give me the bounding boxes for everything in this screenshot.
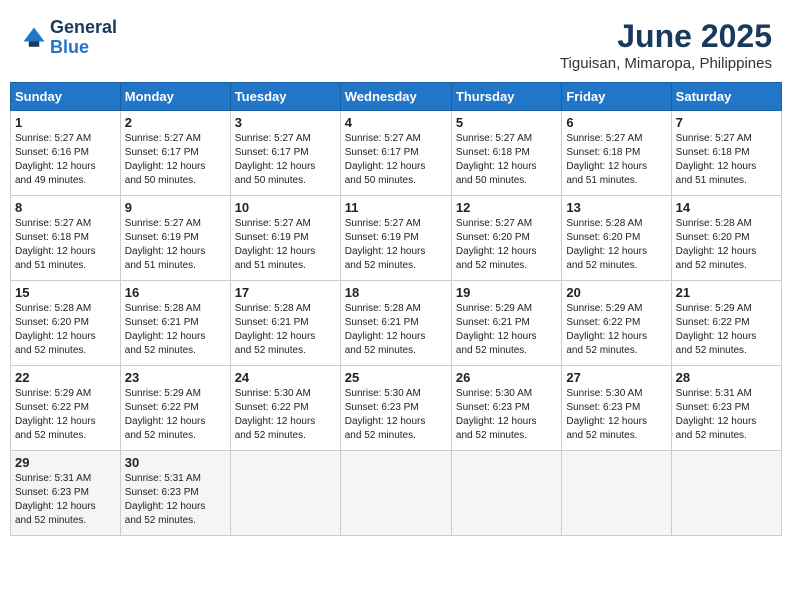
header-wednesday: Wednesday: [340, 83, 451, 111]
day-11: 11 Sunrise: 5:27 AMSunset: 6:19 PMDaylig…: [340, 196, 451, 281]
week-row-4: 22 Sunrise: 5:29 AMSunset: 6:22 PMDaylig…: [11, 366, 782, 451]
logo-blue: Blue: [50, 37, 89, 57]
empty-cell-3: [451, 451, 561, 536]
day-9: 9 Sunrise: 5:27 AMSunset: 6:19 PMDayligh…: [120, 196, 230, 281]
day-28: 28 Sunrise: 5:31 AMSunset: 6:23 PMDaylig…: [671, 366, 781, 451]
logo-icon: [20, 24, 48, 52]
title-area: June 2025 Tiguisan, Mimaropa, Philippine…: [560, 18, 772, 72]
day-7: 7 Sunrise: 5:27 AMSunset: 6:18 PMDayligh…: [671, 111, 781, 196]
page-header: General Blue June 2025 Tiguisan, Mimarop…: [10, 10, 782, 78]
day-1: 1 Sunrise: 5:27 AMSunset: 6:16 PMDayligh…: [11, 111, 121, 196]
empty-cell-4: [562, 451, 671, 536]
weekday-header-row: Sunday Monday Tuesday Wednesday Thursday…: [11, 83, 782, 111]
day-15: 15 Sunrise: 5:28 AMSunset: 6:20 PMDaylig…: [11, 281, 121, 366]
day-23: 23 Sunrise: 5:29 AMSunset: 6:22 PMDaylig…: [120, 366, 230, 451]
day-19: 19 Sunrise: 5:29 AMSunset: 6:21 PMDaylig…: [451, 281, 561, 366]
day-20: 20 Sunrise: 5:29 AMSunset: 6:22 PMDaylig…: [562, 281, 671, 366]
logo-general: General: [50, 17, 117, 37]
day-18: 18 Sunrise: 5:28 AMSunset: 6:21 PMDaylig…: [340, 281, 451, 366]
week-row-5: 29 Sunrise: 5:31 AMSunset: 6:23 PMDaylig…: [11, 451, 782, 536]
day-29: 29 Sunrise: 5:31 AMSunset: 6:23 PMDaylig…: [11, 451, 121, 536]
day-30: 30 Sunrise: 5:31 AMSunset: 6:23 PMDaylig…: [120, 451, 230, 536]
day-5: 5 Sunrise: 5:27 AMSunset: 6:18 PMDayligh…: [451, 111, 561, 196]
day-4: 4 Sunrise: 5:27 AMSunset: 6:17 PMDayligh…: [340, 111, 451, 196]
day-6: 6 Sunrise: 5:27 AMSunset: 6:18 PMDayligh…: [562, 111, 671, 196]
day-13: 13 Sunrise: 5:28 AMSunset: 6:20 PMDaylig…: [562, 196, 671, 281]
empty-cell-2: [340, 451, 451, 536]
header-monday: Monday: [120, 83, 230, 111]
day-12: 12 Sunrise: 5:27 AMSunset: 6:20 PMDaylig…: [451, 196, 561, 281]
day-27: 27 Sunrise: 5:30 AMSunset: 6:23 PMDaylig…: [562, 366, 671, 451]
logo: General Blue: [20, 18, 117, 58]
week-row-2: 8 Sunrise: 5:27 AMSunset: 6:18 PMDayligh…: [11, 196, 782, 281]
day-14: 14 Sunrise: 5:28 AMSunset: 6:20 PMDaylig…: [671, 196, 781, 281]
day-21: 21 Sunrise: 5:29 AMSunset: 6:22 PMDaylig…: [671, 281, 781, 366]
day-26: 26 Sunrise: 5:30 AMSunset: 6:23 PMDaylig…: [451, 366, 561, 451]
week-row-1: 1 Sunrise: 5:27 AMSunset: 6:16 PMDayligh…: [11, 111, 782, 196]
day-22: 22 Sunrise: 5:29 AMSunset: 6:22 PMDaylig…: [11, 366, 121, 451]
day-24: 24 Sunrise: 5:30 AMSunset: 6:22 PMDaylig…: [230, 366, 340, 451]
day-8: 8 Sunrise: 5:27 AMSunset: 6:18 PMDayligh…: [11, 196, 121, 281]
header-thursday: Thursday: [451, 83, 561, 111]
month-title: June 2025: [560, 18, 772, 55]
day-2: 2 Sunrise: 5:27 AMSunset: 6:17 PMDayligh…: [120, 111, 230, 196]
empty-cell-1: [230, 451, 340, 536]
day-17: 17 Sunrise: 5:28 AMSunset: 6:21 PMDaylig…: [230, 281, 340, 366]
day-16: 16 Sunrise: 5:28 AMSunset: 6:21 PMDaylig…: [120, 281, 230, 366]
empty-cell-5: [671, 451, 781, 536]
header-tuesday: Tuesday: [230, 83, 340, 111]
week-row-3: 15 Sunrise: 5:28 AMSunset: 6:20 PMDaylig…: [11, 281, 782, 366]
day-3: 3 Sunrise: 5:27 AMSunset: 6:17 PMDayligh…: [230, 111, 340, 196]
calendar-table: Sunday Monday Tuesday Wednesday Thursday…: [10, 82, 782, 536]
location-title: Tiguisan, Mimaropa, Philippines: [560, 55, 772, 72]
header-sunday: Sunday: [11, 83, 121, 111]
day-25: 25 Sunrise: 5:30 AMSunset: 6:23 PMDaylig…: [340, 366, 451, 451]
header-saturday: Saturday: [671, 83, 781, 111]
header-friday: Friday: [562, 83, 671, 111]
day-10: 10 Sunrise: 5:27 AMSunset: 6:19 PMDaylig…: [230, 196, 340, 281]
